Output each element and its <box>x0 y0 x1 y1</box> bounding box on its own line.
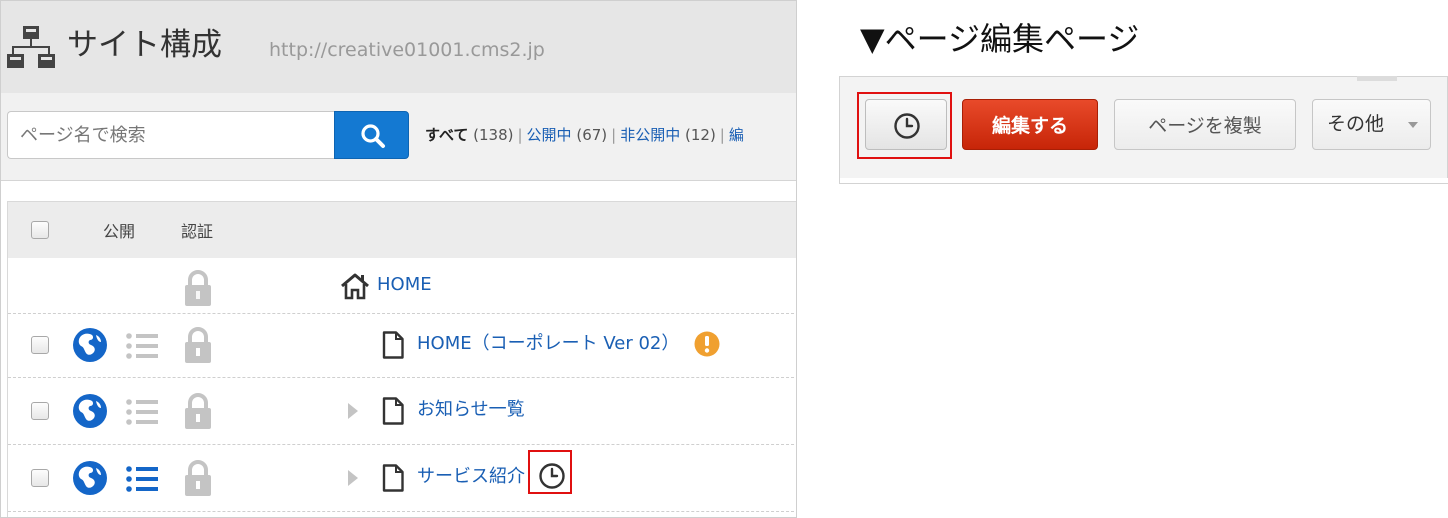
list-icon[interactable] <box>124 328 160 364</box>
page-link-home[interactable]: HOME <box>377 272 432 298</box>
spacer <box>1 182 796 201</box>
filter-truncated[interactable]: 編 <box>729 126 744 144</box>
warning-icon <box>694 331 720 357</box>
document-icon <box>382 331 404 359</box>
expand-arrow-icon[interactable] <box>346 402 360 420</box>
column-header-auth: 認証 <box>181 222 214 241</box>
document-icon <box>382 397 404 425</box>
filter-all[interactable]: すべて <box>425 126 468 144</box>
filter-all-count: (138) <box>473 126 514 144</box>
more-dropdown-button[interactable]: その他 <box>1312 99 1431 150</box>
list-icon[interactable] <box>124 394 160 430</box>
edit-page-heading: ▼ページ編集ページ <box>860 20 1140 58</box>
table-header: 公開 認証 <box>8 202 796 258</box>
toolbar-bottom-strip <box>839 178 1448 184</box>
search-toolbar: すべて (138)|公開中 (67)|非公開中 (12)|編 <box>1 93 796 181</box>
filter-unpublished[interactable]: 非公開中 <box>620 126 680 144</box>
lock-icon[interactable] <box>183 392 213 430</box>
filter-unpublished-count: (12) <box>685 126 716 144</box>
search-icon <box>361 124 385 148</box>
filter-published[interactable]: 公開中 <box>527 126 572 144</box>
row-checkbox[interactable] <box>31 336 49 354</box>
edit-button[interactable]: 編集する <box>962 99 1098 150</box>
search-input[interactable] <box>7 111 335 159</box>
filter-published-count: (67) <box>576 126 608 144</box>
globe-icon[interactable] <box>72 393 108 429</box>
site-url: http://creative01001.cms2.jp <box>269 39 545 61</box>
sitemap-icon <box>7 26 55 68</box>
table-row: サービス紹介 <box>8 445 796 512</box>
page-link-news[interactable]: お知らせ一覧 <box>417 397 525 423</box>
schedule-icon-highlight <box>528 450 572 494</box>
table-row: お知らせ一覧 <box>8 378 796 445</box>
table-row: HOME <box>8 258 796 314</box>
site-structure-panel: サイト構成 http://creative01001.cms2.jp すべて (… <box>0 0 797 518</box>
search-button[interactable] <box>334 111 409 159</box>
more-button-label: その他 <box>1327 113 1385 135</box>
page-tree-table: 公開 認証 HOME HOME（コーポレート Ver 02） お知らせ一覧 サー… <box>7 201 796 517</box>
filter-links: すべて (138) | 公開中 (67) | 非公開中 (12) | 編 <box>425 124 744 146</box>
page-title: サイト構成 <box>67 27 222 63</box>
filter-separator: | <box>611 126 617 144</box>
lock-icon[interactable] <box>183 459 213 497</box>
filter-separator: | <box>517 126 523 144</box>
globe-icon[interactable] <box>72 327 108 363</box>
lock-icon[interactable] <box>183 269 213 307</box>
page-link-service[interactable]: サービス紹介 <box>417 464 525 490</box>
page-link-home-corporate[interactable]: HOME（コーポレート Ver 02） <box>417 331 679 357</box>
schedule-button-highlight <box>857 92 952 159</box>
select-all-checkbox[interactable] <box>31 221 49 239</box>
column-header-public: 公開 <box>103 222 136 241</box>
expand-arrow-icon[interactable] <box>346 469 360 487</box>
row-checkbox[interactable] <box>31 469 49 487</box>
document-icon <box>382 464 404 492</box>
globe-icon[interactable] <box>72 460 108 496</box>
home-icon <box>341 273 369 300</box>
row-checkbox[interactable] <box>31 402 49 420</box>
lock-icon[interactable] <box>183 326 213 364</box>
table-row: HOME（コーポレート Ver 02） <box>8 314 796 378</box>
duplicate-page-button[interactable]: ページを複製 <box>1114 99 1296 150</box>
page-header: サイト構成 http://creative01001.cms2.jp <box>1 1 796 93</box>
filter-separator: | <box>719 126 725 144</box>
list-icon[interactable] <box>124 461 160 497</box>
chevron-down-icon <box>1408 122 1418 128</box>
toolbar-notch <box>1357 76 1397 81</box>
